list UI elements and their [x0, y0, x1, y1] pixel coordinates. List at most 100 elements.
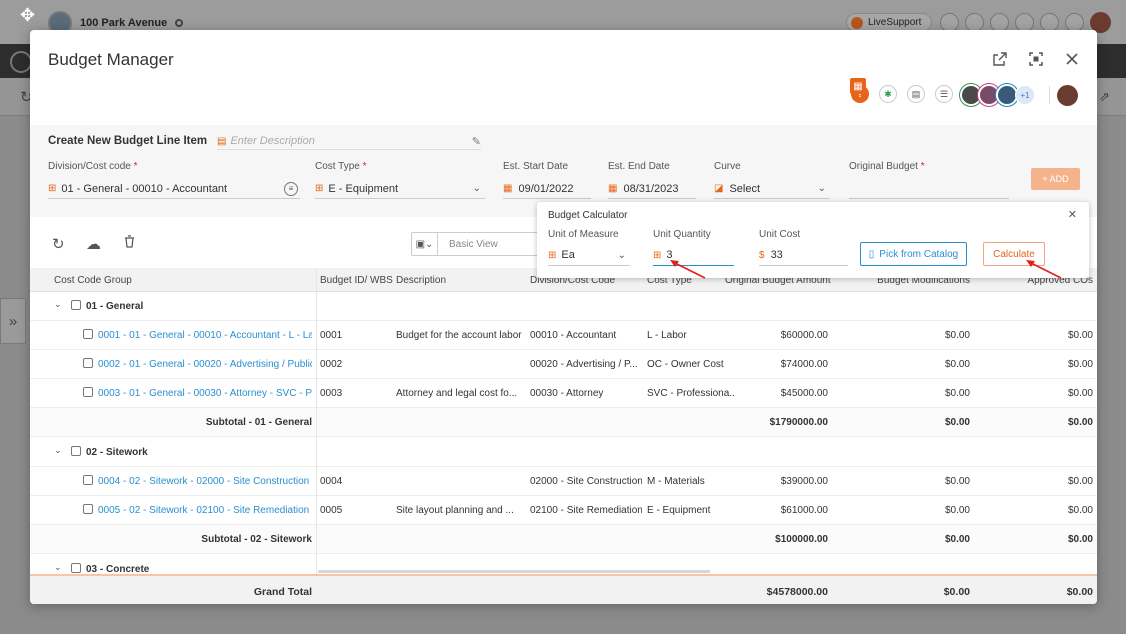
grand-total-row: Grand Total $4578000.00 $0.00 $0.00	[30, 574, 1097, 604]
curve-select[interactable]: ◪ Select ⌄	[714, 179, 830, 199]
chevron-down-icon[interactable]: ⌄	[54, 445, 62, 456]
trash-icon[interactable]	[124, 235, 135, 252]
subtotal-mods: $0.00	[944, 417, 970, 428]
grand-total-label: Grand Total	[253, 586, 312, 598]
row-checkbox[interactable]	[83, 358, 93, 368]
ai-assistant-icon[interactable]: ✱	[879, 85, 897, 103]
description: Attorney and legal cost fo...	[396, 388, 518, 399]
start-date-input[interactable]: ▦ 09/01/2022	[503, 179, 591, 199]
subtotal-original: $1790000.00	[769, 417, 828, 428]
description-field[interactable]: ▤ ✎	[217, 133, 481, 150]
subtotal-original: $100000.00	[775, 534, 828, 545]
column-header[interactable]: Cost Code Group	[54, 275, 132, 286]
row-checkbox[interactable]	[83, 387, 93, 397]
collaborators-more-badge[interactable]: +1	[1015, 85, 1035, 105]
calculator-title: Budget Calculator	[548, 210, 628, 221]
table-row[interactable]: 0005 - 02 - Sitework - 02100 - Site Reme…	[30, 496, 1097, 525]
current-user-avatar[interactable]	[1057, 85, 1078, 106]
cost-code-link[interactable]: 0001 - 01 - General - 00010 - Accountant…	[98, 330, 312, 341]
cost-code-link[interactable]: 0004 - 02 - Sitework - 02000 - Site Cons…	[98, 476, 312, 487]
approved-cos: $0.00	[1067, 476, 1093, 487]
cost-type-value: E - Equipment	[328, 182, 399, 195]
cost-type-label: Cost Type *	[315, 161, 367, 172]
grand-total-mods: $0.00	[943, 586, 970, 598]
pencil-icon: ✎	[471, 135, 481, 148]
grand-total-original: $4578000.00	[766, 586, 828, 598]
chevron-down-icon: ⌄	[817, 183, 826, 194]
table-row[interactable]: 0002 - 01 - General - 00020 - Advertisin…	[30, 350, 1097, 379]
cost-code-link[interactable]: 0002 - 01 - General - 00020 - Advertisin…	[98, 359, 312, 370]
add-button[interactable]: + ADD	[1031, 168, 1080, 190]
budget-id: 0003	[320, 388, 343, 399]
unit-cost-input[interactable]: $ 33	[759, 245, 848, 266]
original-amount: $45000.00	[780, 388, 828, 399]
qty-label: Unit Quantity	[653, 229, 711, 240]
group-checkbox[interactable]	[71, 563, 81, 573]
horizontal-scrollbar[interactable]	[318, 570, 710, 573]
group-checkbox[interactable]	[71, 446, 81, 456]
subtotal-cos: $0.00	[1067, 534, 1093, 545]
row-checkbox[interactable]	[83, 329, 93, 339]
chevron-down-icon: ⌄	[617, 249, 626, 261]
approved-cos: $0.00	[1067, 388, 1093, 399]
open-external-icon[interactable]	[991, 50, 1009, 68]
group-row[interactable]: ⌄ 01 - General	[30, 292, 1097, 321]
fullscreen-icon[interactable]	[1027, 50, 1045, 68]
cost-type: L - Labor	[647, 330, 687, 341]
division-label: Division/Cost code *	[48, 161, 138, 172]
refresh-icon[interactable]: ↻	[52, 235, 65, 253]
row-checkbox[interactable]	[83, 504, 93, 514]
project-settings-icon[interactable]	[175, 19, 184, 27]
list-picker-icon[interactable]: ≡	[284, 181, 298, 196]
move-cursor-icon: ✥	[20, 5, 36, 25]
division-value: 01 - General - 00010 - Accountant	[61, 182, 228, 195]
subtotal-mods: $0.00	[944, 534, 970, 545]
catalog-icon: ▯	[868, 248, 875, 260]
budget-table: Cost Code Group Budget ID/ WBS Descripti…	[30, 268, 1097, 574]
end-date-value: 08/31/2023	[623, 182, 679, 195]
group-name: 01 - General	[86, 301, 144, 312]
cost-code-link[interactable]: 0005 - 02 - Sitework - 02100 - Site Reme…	[98, 505, 312, 516]
group-row[interactable]: ⌄ 02 - Sitework	[30, 438, 1097, 467]
subtotal-label: Subtotal - 02 - Sitework	[201, 534, 312, 545]
original-amount: $74000.00	[780, 359, 828, 370]
modal-tools: ? ✱ ▤ ☰	[851, 85, 953, 103]
calculator-icon[interactable]: ▦	[850, 78, 866, 94]
sidebar-toggle-icon[interactable]: »	[0, 298, 26, 344]
cost-type-select[interactable]: ⊞ E - Equipment ⌄	[315, 179, 485, 199]
chevron-down-icon[interactable]: ⌄	[54, 299, 62, 310]
upload-cloud-icon[interactable]: ☁	[86, 235, 101, 253]
close-icon[interactable]	[1063, 50, 1081, 68]
table-row[interactable]: 0001 - 01 - General - 00010 - Accountant…	[30, 321, 1097, 350]
live-support-icon	[851, 16, 863, 29]
report-icon[interactable]: ☰	[935, 85, 953, 103]
qty-icon: ⊞	[653, 249, 661, 261]
division-select[interactable]: ⊞ 01 - General - 00010 - Accountant ≡	[48, 179, 300, 199]
row-checkbox[interactable]	[83, 475, 93, 485]
live-support-label: LiveSupport	[868, 17, 922, 28]
description-input[interactable]	[230, 135, 461, 147]
column-header[interactable]: Budget ID/ WBS	[320, 275, 393, 286]
cost-code-link[interactable]: 0003 - 01 - General - 00030 - Attorney -…	[98, 388, 312, 399]
budget-calculator-popup: Budget Calculator ✕ Unit of Measure ⊞ Ea…	[537, 202, 1089, 279]
documents-icon[interactable]: ▤	[907, 85, 925, 103]
chevron-down-icon[interactable]: ⌄	[54, 562, 62, 573]
original-budget-input[interactable]	[849, 179, 1009, 199]
close-icon[interactable]: ✕	[1068, 208, 1077, 221]
collaborators[interactable]: +1	[960, 84, 1035, 106]
original-amount: $61000.00	[780, 505, 828, 516]
catalog-label: Pick from Catalog	[879, 248, 959, 260]
group-checkbox[interactable]	[71, 300, 81, 310]
original-amount: $60000.00	[780, 330, 828, 341]
cost-type-icon: ⊞	[315, 183, 323, 194]
unit-cost-label: Unit Cost	[759, 229, 801, 240]
pinned-column-divider	[316, 268, 317, 574]
table-row[interactable]: 0003 - 01 - General - 00030 - Attorney -…	[30, 379, 1097, 408]
uom-select[interactable]: ⊞ Ea ⌄	[548, 245, 630, 266]
curve-value: Select	[729, 182, 761, 195]
pick-from-catalog-button[interactable]: ▯ Pick from Catalog	[860, 242, 967, 266]
table-row[interactable]: 0004 - 02 - Sitework - 02000 - Site Cons…	[30, 467, 1097, 496]
end-date-input[interactable]: ▦ 08/31/2023	[608, 179, 696, 199]
column-header[interactable]: Description	[396, 275, 446, 286]
view-selector[interactable]: ▣⌄ Basic View	[411, 232, 541, 256]
